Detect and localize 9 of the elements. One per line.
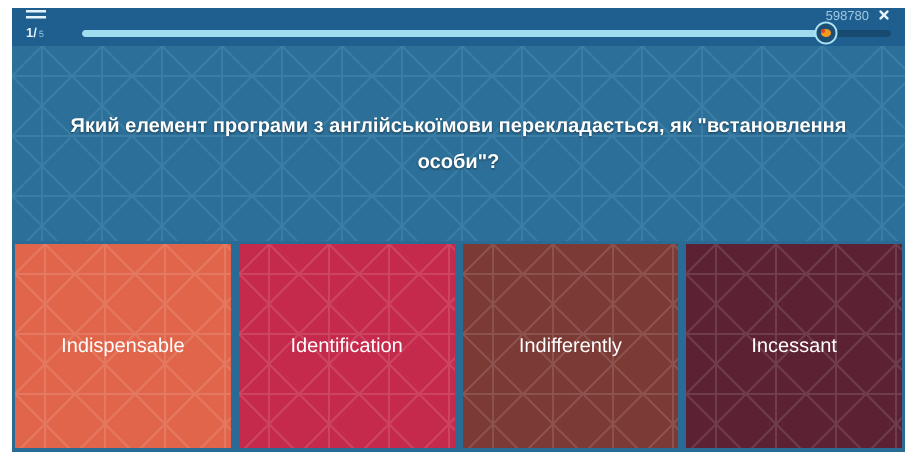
question-counter: 1/ [26,24,37,42]
close-icon[interactable] [877,8,891,22]
score: 598780 [826,8,869,22]
question-total: 5 [38,28,44,42]
answer-button[interactable]: Identification [238,244,454,448]
answer-button[interactable]: Indifferently [462,244,678,448]
answer-button[interactable]: Incessant [686,244,902,448]
question-text: Який елемент програми з англійськоїмови перекладається, як "встановлення особи"? [70,114,848,174]
menu-icon[interactable] [26,10,46,20]
